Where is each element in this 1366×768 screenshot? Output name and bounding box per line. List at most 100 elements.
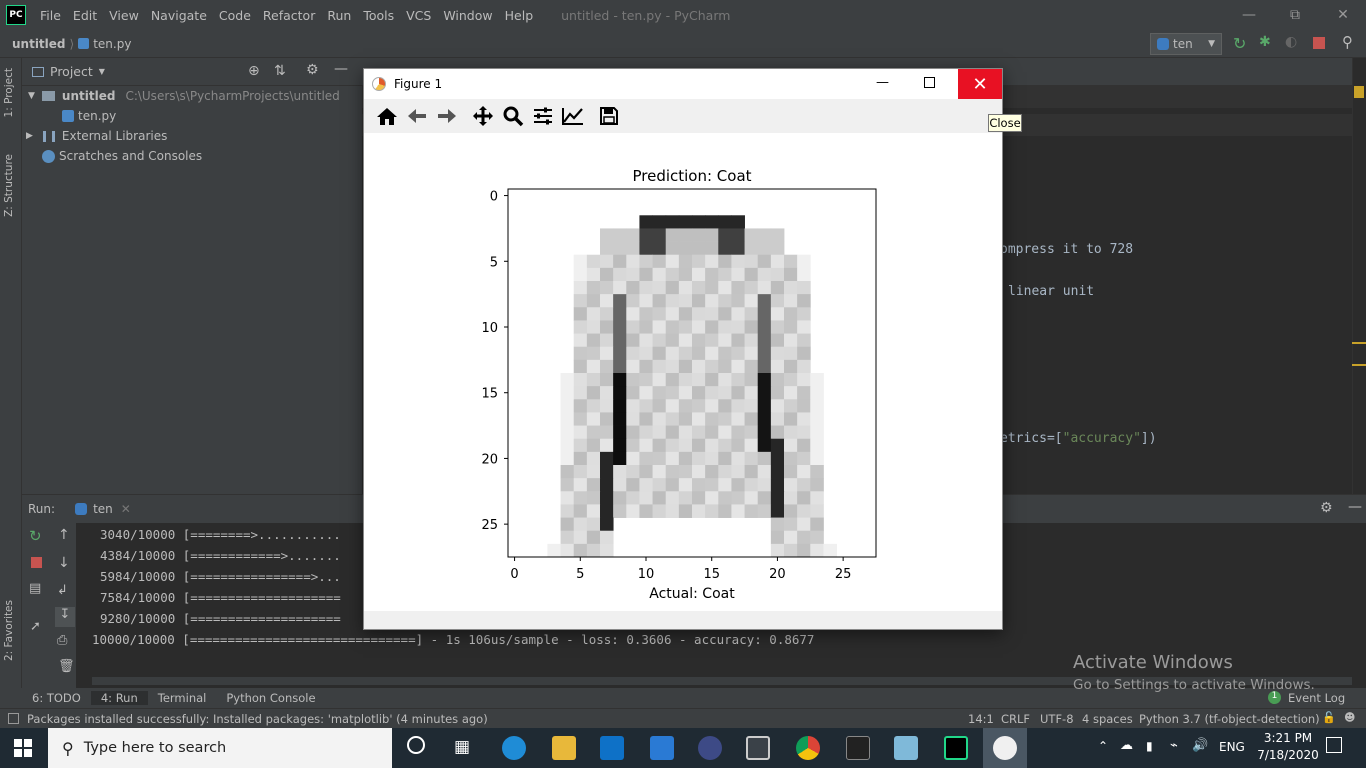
taskbar-search-box[interactable]: ⚲ Type here to search	[48, 728, 392, 768]
app-icon-circle[interactable]	[698, 736, 722, 760]
run-config-dropdown[interactable]: ten ▼	[1150, 33, 1222, 55]
chevron-down-icon[interactable]: ▼	[99, 67, 105, 76]
wifi-icon[interactable]: ⌁	[1170, 738, 1178, 753]
tab-terminal[interactable]: Terminal	[148, 691, 217, 705]
language-indicator[interactable]: ENG	[1219, 740, 1245, 754]
home-icon[interactable]	[372, 101, 402, 131]
minimize-button[interactable]: —	[1226, 0, 1272, 30]
hide-panel-icon[interactable]: —	[334, 61, 348, 77]
edit-axis-icon[interactable]	[558, 101, 588, 131]
lock-icon[interactable]: 🔓	[1322, 711, 1336, 724]
notifications-icon[interactable]	[1326, 737, 1342, 753]
pin-icon[interactable]: ➚	[30, 619, 41, 634]
minimize-button[interactable]: —	[876, 75, 889, 90]
arrow-up-icon[interactable]: ↑	[58, 527, 70, 543]
python-interpreter[interactable]: Python 3.7 (tf-object-detection)	[1139, 712, 1320, 726]
status-message[interactable]: Packages installed successfully: Install…	[27, 712, 488, 726]
terminal-icon[interactable]	[846, 736, 870, 760]
stop-icon[interactable]	[1313, 37, 1325, 49]
mail-icon[interactable]	[650, 736, 674, 760]
gear-icon[interactable]: ⚙	[306, 62, 319, 78]
zoom-icon[interactable]	[498, 101, 528, 131]
store-icon[interactable]	[600, 736, 624, 760]
start-icon[interactable]	[14, 739, 32, 757]
status-icon[interactable]	[8, 713, 19, 724]
layout-icon[interactable]: ▤	[29, 581, 41, 596]
project-view-label[interactable]: Project	[50, 64, 93, 79]
app-icon-book[interactable]	[894, 736, 918, 760]
maximize-button[interactable]	[924, 77, 935, 88]
save-icon[interactable]	[594, 101, 624, 131]
chevron-up-icon[interactable]: ⌃	[1098, 739, 1108, 753]
soft-wrap-icon[interactable]: ↲	[57, 583, 68, 598]
tab-structure[interactable]: Z: Structure	[3, 154, 15, 217]
tab-python-console[interactable]: Python Console	[216, 691, 325, 705]
run-tab[interactable]: ten	[93, 502, 113, 516]
forward-icon[interactable]	[432, 101, 462, 131]
file-encoding[interactable]: UTF-8	[1040, 712, 1074, 726]
tab-project[interactable]: 1: Project	[3, 68, 15, 117]
back-icon[interactable]	[402, 101, 432, 131]
editor-scrollbar[interactable]	[1352, 58, 1366, 494]
indent-setting[interactable]: 4 spaces	[1082, 712, 1133, 726]
virtualbox-icon[interactable]	[746, 736, 770, 760]
menu-tools[interactable]: Tools	[357, 8, 400, 23]
warning-stripe[interactable]	[1352, 342, 1366, 344]
tree-item-scratches[interactable]: Scratches and Consoles	[42, 149, 202, 163]
configure-icon[interactable]	[528, 101, 558, 131]
breadcrumb-file[interactable]: ten.py	[93, 37, 131, 51]
figure-close-button[interactable]: ✕	[958, 69, 1002, 99]
stop-icon[interactable]	[31, 557, 42, 568]
warning-stripe[interactable]	[1352, 364, 1366, 366]
chrome-icon[interactable]	[796, 736, 820, 760]
tab-favorites[interactable]: 2: Favorites	[3, 600, 15, 661]
menu-file[interactable]: File	[34, 8, 67, 23]
task-view-icon[interactable]: ▦	[454, 737, 470, 757]
warning-marker[interactable]	[1354, 86, 1364, 98]
gear-icon[interactable]: ⚙	[1320, 500, 1333, 516]
tab-todo[interactable]: 6: TODO	[22, 691, 91, 705]
tree-item-ten-py[interactable]: ten.py	[62, 109, 116, 123]
clock-time[interactable]: 3:21 PM	[1258, 731, 1318, 745]
coverage-icon[interactable]: ◐	[1285, 34, 1297, 50]
caret-position[interactable]: 14:1	[968, 712, 994, 726]
tab-run[interactable]: 4: Run	[90, 691, 148, 705]
chart-canvas[interactable]: Prediction: Coat 0 5 10 15 20 25 0 5 10 15 20 25 A…	[364, 133, 1002, 611]
arrow-down-icon[interactable]: ↓	[58, 555, 70, 571]
menu-run[interactable]: Run	[321, 8, 357, 23]
search-everywhere-icon[interactable]: ⚲	[1342, 33, 1353, 51]
volume-icon[interactable]: 🔊	[1192, 738, 1208, 753]
tree-item-external-libraries[interactable]: ▶ External Libraries	[26, 129, 167, 143]
collapse-all-icon[interactable]: ⇅	[274, 63, 286, 79]
tab-event-log[interactable]: Event Log	[1278, 691, 1355, 705]
pycharm-taskbar-icon[interactable]	[944, 736, 968, 760]
cortana-icon[interactable]	[407, 736, 425, 754]
debug-icon[interactable]: ✱	[1259, 34, 1271, 50]
close-icon[interactable]: ✕	[121, 502, 131, 516]
hide-panel-icon[interactable]: —	[1348, 499, 1362, 515]
menu-vcs[interactable]: VCS	[400, 8, 437, 23]
menu-view[interactable]: View	[103, 8, 145, 23]
inspector-icon[interactable]: ☻	[1344, 711, 1355, 724]
battery-icon[interactable]: ▮	[1146, 739, 1153, 753]
close-window-button[interactable]: ✕	[1320, 0, 1366, 30]
restore-button[interactable]: ⧉	[1272, 0, 1318, 30]
menu-code[interactable]: Code	[213, 8, 257, 23]
file-explorer-icon[interactable]	[552, 736, 576, 760]
tree-item-untitled[interactable]: ▼ untitled C:\Users\s\PycharmProjects\un…	[28, 89, 340, 103]
print-icon[interactable]: ⎙	[57, 633, 67, 648]
menu-edit[interactable]: Edit	[67, 8, 103, 23]
rerun-icon[interactable]: ↻	[1233, 34, 1246, 53]
scroll-to-end-icon[interactable]: ↧	[55, 607, 75, 627]
edge-icon[interactable]	[502, 736, 526, 760]
pan-icon[interactable]	[468, 101, 498, 131]
locate-icon[interactable]: ⊕	[248, 63, 260, 79]
matplotlib-figure-icon[interactable]	[993, 736, 1017, 760]
menu-refactor[interactable]: Refactor	[257, 8, 321, 23]
trash-icon[interactable]: 🗑	[58, 659, 75, 674]
clock-date[interactable]: 7/18/2020	[1252, 748, 1324, 762]
menu-navigate[interactable]: Navigate	[145, 8, 213, 23]
menu-help[interactable]: Help	[499, 8, 540, 23]
line-separator[interactable]: CRLF	[1001, 712, 1030, 726]
rerun-icon[interactable]: ↻	[29, 527, 42, 545]
